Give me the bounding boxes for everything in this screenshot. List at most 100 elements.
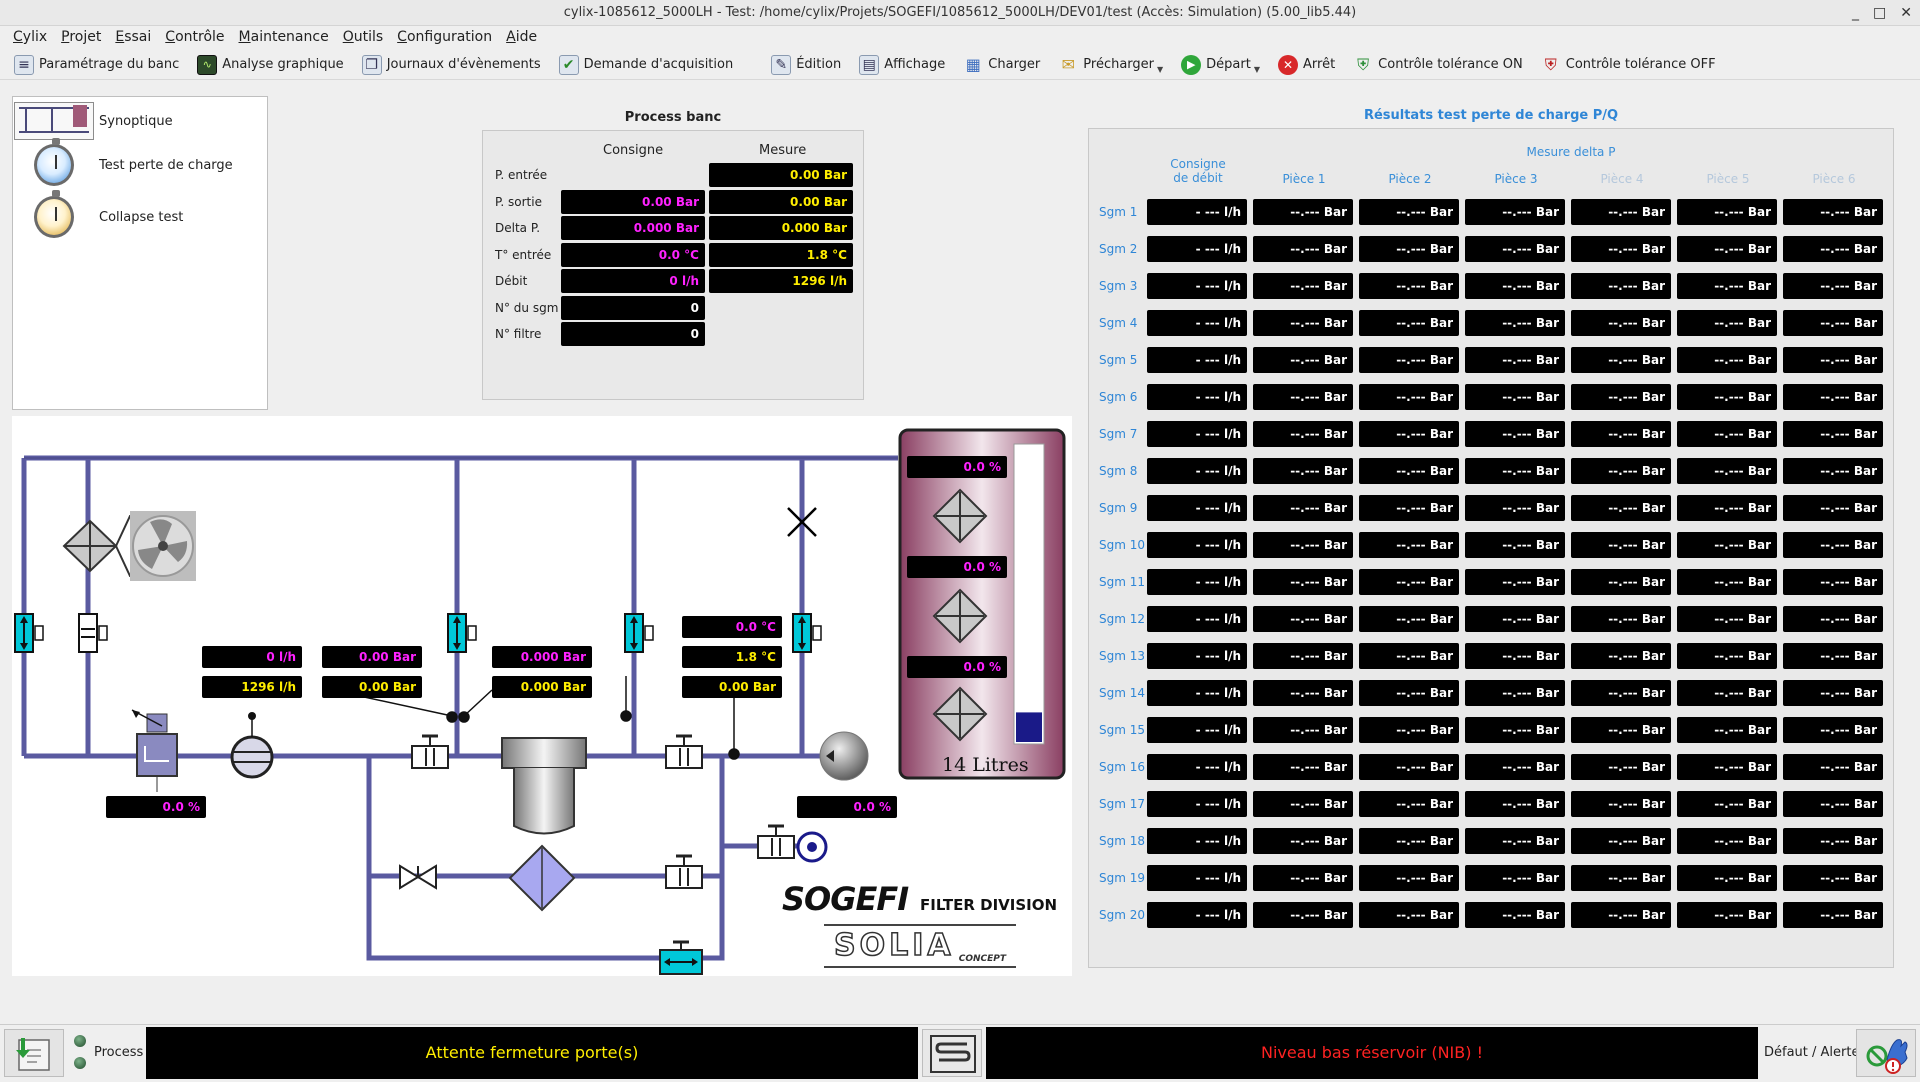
- shield-off-icon: ⛨: [1544, 54, 1557, 74]
- menu-essai[interactable]: Essai: [108, 29, 158, 45]
- menu-controle[interactable]: Contrôle: [158, 29, 231, 45]
- edition-label: Édition: [796, 57, 842, 72]
- edition-button[interactable]: ✎ Édition: [771, 54, 842, 75]
- delta-p-cell: --.--- Bar: [1253, 458, 1353, 484]
- menu-cylix[interactable]: Cylix: [6, 29, 54, 45]
- flow-consigne-cell: - --- l/h: [1147, 569, 1247, 595]
- menu-projet[interactable]: Projet: [54, 29, 108, 45]
- consigne-debit-header-line1: Consigne: [1170, 157, 1226, 171]
- piece-column-header: Pièce 6: [1812, 172, 1856, 186]
- charger-button[interactable]: ▦ Charger: [963, 55, 1041, 75]
- delta-p-cell: --.--- Bar: [1359, 495, 1459, 521]
- affichage-button[interactable]: ▤ Affichage: [859, 54, 946, 75]
- delta-p-cell: --.--- Bar: [1359, 606, 1459, 632]
- menu-aide[interactable]: Aide: [499, 29, 544, 45]
- defaut-alerte-label: Défaut / Alerte: [1764, 1045, 1860, 1060]
- maximize-button[interactable]: □: [1873, 0, 1886, 26]
- delta-p-cell: --.--- Bar: [1571, 680, 1671, 706]
- process-banc-title: Process banc: [624, 110, 722, 125]
- nav-item-collapse-test[interactable]: Collapse test: [13, 190, 184, 238]
- tank-valve-2-pct: 0.0 %: [907, 556, 1007, 578]
- tank-capacity-label: 14 Litres: [942, 754, 1029, 776]
- flow-consigne-cell: - --- l/h: [1147, 902, 1247, 928]
- process-led-icon: [74, 1035, 86, 1047]
- tolerance-off-button[interactable]: ⛨ Contrôle tolérance OFF: [1541, 55, 1716, 75]
- arret-button[interactable]: ✕ Arrêt: [1278, 54, 1335, 75]
- delta-p-cell: --.--- Bar: [1253, 199, 1353, 225]
- synoptic-thumbnail-icon: [13, 101, 95, 141]
- delta-p-cell: --.--- Bar: [1677, 680, 1777, 706]
- synoptic-dp-consigne: 0.000 Bar: [492, 646, 592, 668]
- synoptic-pump-pct: 0.0 %: [797, 796, 897, 818]
- delta-p-cell: --.--- Bar: [1571, 532, 1671, 558]
- chevron-down-icon[interactable]: ▼: [1157, 65, 1163, 74]
- mesure-delta-p-header: Mesure delta P: [1526, 145, 1616, 159]
- delta-p-cell: --.--- Bar: [1253, 791, 1353, 817]
- flow-consigne-cell: - --- l/h: [1147, 236, 1247, 262]
- delta-p-cell: --.--- Bar: [1359, 865, 1459, 891]
- window-titlebar: cylix-1085612_5000LH - Test: /home/cylix…: [0, 0, 1920, 26]
- nav-item-test-perte-charge[interactable]: Test perte de charge: [13, 138, 233, 186]
- delta-p-cell: --.--- Bar: [1571, 458, 1671, 484]
- analyse-graphique-button[interactable]: ∿ Analyse graphique: [197, 54, 344, 75]
- analyse-label: Analyse graphique: [222, 57, 344, 72]
- filter-division-label: FILTER DIVISION: [920, 896, 1058, 914]
- chevron-down-icon[interactable]: ▼: [1254, 65, 1260, 74]
- solia-status-button[interactable]: [922, 1029, 982, 1077]
- synoptic-flow-consigne: 0 l/h: [202, 646, 302, 668]
- filter-housing-icon: [501, 737, 587, 835]
- demande-acquisition-button[interactable]: ✔ Demande d'acquisition: [558, 54, 733, 75]
- delta-p-cell: --.--- Bar: [1677, 532, 1777, 558]
- flow-consigne-cell: - --- l/h: [1147, 310, 1247, 336]
- delta-p-cell: --.--- Bar: [1677, 717, 1777, 743]
- delta-p-cell: --.--- Bar: [1783, 643, 1883, 669]
- acquisition-icon: ✔: [558, 54, 579, 75]
- minimize-button[interactable]: _: [1852, 0, 1859, 26]
- delta-p-cell: --.--- Bar: [1359, 310, 1459, 336]
- synoptic-valve-pct: 0.0 %: [106, 796, 206, 818]
- flow-consigne-cell: - --- l/h: [1147, 199, 1247, 225]
- sgm-row-label: Sgm 2: [1099, 242, 1138, 256]
- menu-outils[interactable]: Outils: [336, 29, 390, 45]
- sogefi-logo: SOGEFI: [782, 880, 909, 918]
- alert-button[interactable]: [1856, 1029, 1916, 1077]
- depart-button[interactable]: ▶ Départ ▼: [1181, 54, 1260, 75]
- parametrage-button[interactable]: ≡ Paramétrage du banc: [14, 54, 179, 75]
- delta-p-cell: --.--- Bar: [1677, 643, 1777, 669]
- close-button[interactable]: ✕: [1900, 0, 1912, 26]
- process-label: Process: [94, 1045, 144, 1060]
- sgm-row-label: Sgm 3: [1099, 279, 1138, 293]
- delta-p-cell: --.--- Bar: [1253, 532, 1353, 558]
- consigne-debit-header-line2: de débit: [1173, 171, 1223, 185]
- delta-p-cell: --.--- Bar: [1571, 384, 1671, 410]
- delta-p-cell: --.--- Bar: [1465, 421, 1565, 447]
- toolbar: ≡ Paramétrage du banc ∿ Analyse graphiqu…: [0, 50, 1920, 80]
- delta-p-cell: --.--- Bar: [1465, 717, 1565, 743]
- results-panel: Consigne de débit Mesure delta P Pièce 1…: [1088, 128, 1894, 968]
- affichage-label: Affichage: [884, 57, 946, 72]
- nav-label-synoptique: Synoptique: [99, 113, 173, 129]
- precharger-label: Précharger: [1083, 57, 1155, 72]
- flow-consigne-cell: - --- l/h: [1147, 754, 1247, 780]
- menu-configuration[interactable]: Configuration: [390, 29, 499, 45]
- outlet-connector-icon: [796, 831, 828, 863]
- status-message-left: Attente fermeture porte(s): [146, 1027, 918, 1079]
- nav-item-synoptique[interactable]: Synoptique: [13, 101, 173, 141]
- tolerance-on-button[interactable]: ⛨ Contrôle tolérance ON: [1353, 55, 1523, 75]
- precharger-button[interactable]: ✉ Précharger ▼: [1058, 55, 1164, 75]
- status-bar: Process Attente fermeture porte(s) Nivea…: [0, 1024, 1920, 1080]
- flow-consigne-cell: - --- l/h: [1147, 643, 1247, 669]
- flow-consigne-cell: - --- l/h: [1147, 828, 1247, 854]
- delta-p-cell: --.--- Bar: [1677, 754, 1777, 780]
- journaux-button[interactable]: ❐ Journaux d'évènements: [361, 54, 541, 75]
- menu-maintenance[interactable]: Maintenance: [232, 29, 336, 45]
- solia-logo: SOLIA CONCEPT: [824, 924, 1016, 968]
- sgm-row-label: Sgm 12: [1099, 612, 1146, 626]
- results-title: Résultats test perte de charge P/Q: [1363, 108, 1619, 123]
- nav-label-collapse-test: Collapse test: [99, 209, 184, 225]
- sgm-row-label: Sgm 17: [1099, 797, 1146, 811]
- delta-p-cell: --.--- Bar: [1253, 495, 1353, 521]
- tolerance-off-label: Contrôle tolérance OFF: [1565, 57, 1716, 72]
- export-button[interactable]: [4, 1029, 64, 1077]
- sgm-row-label: Sgm 6: [1099, 390, 1138, 404]
